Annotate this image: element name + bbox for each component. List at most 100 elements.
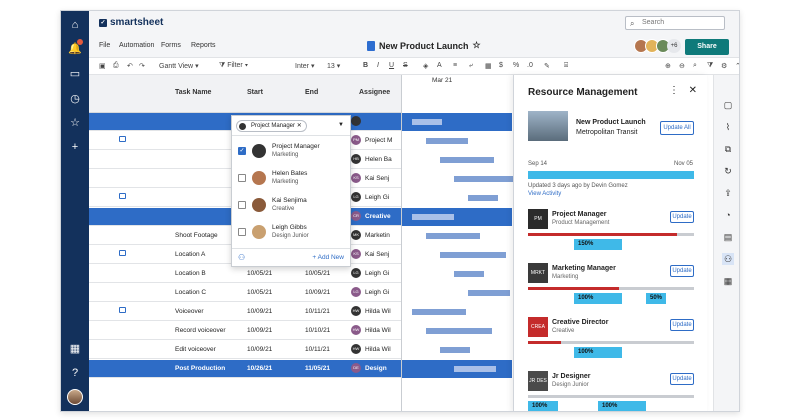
- option-checkbox[interactable]: [238, 201, 246, 209]
- table-row[interactable]: Record voiceover 10/09/21 10/10/21 HW Hilda …: [89, 322, 401, 340]
- update-button[interactable]: Update: [670, 211, 694, 223]
- gantt-bar[interactable]: [412, 119, 442, 125]
- fill-color-icon[interactable]: ◈: [423, 62, 428, 70]
- assignee-option[interactable]: ✓ Project Manager Marketing: [232, 138, 350, 164]
- option-checkbox[interactable]: [238, 174, 246, 182]
- text-color-icon[interactable]: A: [437, 62, 442, 69]
- gantt-bar[interactable]: [426, 328, 492, 334]
- history-icon[interactable]: ↻: [722, 165, 734, 177]
- assignee-option[interactable]: Kai Senjima Creative: [232, 192, 350, 218]
- user-avatar[interactable]: [67, 389, 83, 405]
- font-dropdown[interactable]: Inter ▾: [295, 62, 314, 70]
- column-header-assignee[interactable]: Assignee: [359, 89, 390, 96]
- table-row[interactable]: Edit voiceover 10/09/21 10/11/21 HW Hilda Wi…: [89, 341, 401, 359]
- gantt-bar[interactable]: [426, 138, 468, 144]
- menu-file[interactable]: File: [99, 42, 110, 49]
- brand-logo[interactable]: ✓ smartsheet: [99, 17, 163, 28]
- zoom-in-icon[interactable]: ⊕: [665, 62, 671, 70]
- undo-icon[interactable]: ↶: [127, 62, 133, 70]
- bold-icon[interactable]: B: [363, 62, 368, 69]
- print-icon[interactable]: ⎙: [113, 62, 119, 70]
- paint-format-icon[interactable]: ⌸: [564, 62, 568, 70]
- font-size-dropdown[interactable]: 13 ▾: [327, 62, 340, 70]
- comment-icon[interactable]: [119, 193, 126, 199]
- menu-reports[interactable]: Reports: [191, 42, 216, 49]
- search-input[interactable]: ⌕ Search: [625, 16, 725, 30]
- more-collaborators[interactable]: +6: [667, 39, 681, 53]
- reports-icon[interactable]: ▦: [722, 275, 734, 287]
- italic-icon[interactable]: I: [377, 62, 379, 69]
- gantt-bar[interactable]: [440, 252, 506, 258]
- help-icon[interactable]: ?: [67, 365, 83, 381]
- table-row[interactable]: Location C 10/05/21 10/09/21 LG Leigh Gi: [89, 284, 401, 302]
- option-checkbox[interactable]: [238, 228, 246, 236]
- resource-management-icon[interactable]: ⚇: [722, 253, 734, 265]
- view-activity-link[interactable]: View Activity: [528, 191, 561, 197]
- menu-automation[interactable]: Automation: [119, 42, 154, 49]
- comment-icon[interactable]: [119, 136, 126, 142]
- strikethrough-icon[interactable]: S: [403, 62, 408, 69]
- share-button[interactable]: Share: [685, 39, 729, 55]
- gantt-bar[interactable]: [454, 176, 520, 182]
- gantt-bar[interactable]: [412, 214, 454, 220]
- update-button[interactable]: Update: [670, 319, 694, 331]
- search-sheet-icon[interactable]: ⌕: [693, 62, 697, 70]
- gantt-bar[interactable]: [412, 309, 466, 315]
- update-button[interactable]: Update: [670, 373, 694, 385]
- dropdown-chevron-icon[interactable]: ▼: [338, 122, 344, 128]
- wrap-icon[interactable]: ⤶: [469, 62, 473, 70]
- close-icon[interactable]: ✕: [689, 85, 697, 96]
- comment-icon[interactable]: [119, 364, 126, 370]
- zoom-out-icon[interactable]: ⊖: [679, 62, 685, 70]
- update-all-button[interactable]: Update All: [660, 121, 694, 135]
- format-icon[interactable]: ▦: [485, 62, 492, 70]
- publish-icon[interactable]: ⇪: [722, 187, 734, 199]
- table-row[interactable]: Post Production 10/26/21 11/05/21 DE Design: [89, 360, 401, 378]
- table-row[interactable]: Location B 10/05/21 10/05/21 LG Leigh Gi: [89, 265, 401, 283]
- settings-gear-icon[interactable]: ⚙: [721, 62, 727, 70]
- apps-grid-icon[interactable]: ▦: [67, 341, 83, 357]
- filter-funnel-icon[interactable]: ⧩: [707, 62, 713, 70]
- column-header-start[interactable]: Start: [247, 89, 263, 96]
- folder-icon[interactable]: ▭: [67, 66, 83, 82]
- activity-icon[interactable]: ◔: [722, 209, 734, 221]
- update-button[interactable]: Update: [670, 265, 694, 277]
- attachments-icon[interactable]: ⌇: [722, 121, 734, 133]
- highlight-icon[interactable]: ✎: [544, 62, 550, 70]
- proofing-icon[interactable]: ⧉: [722, 143, 734, 155]
- gantt-bar[interactable]: [468, 195, 498, 201]
- currency-icon[interactable]: $: [499, 62, 503, 69]
- save-icon[interactable]: ▣: [99, 62, 106, 70]
- comment-icon[interactable]: [119, 250, 126, 256]
- filter-dropdown[interactable]: ⧩ Filter ▾: [219, 62, 248, 70]
- comments-icon[interactable]: ▢: [722, 99, 734, 111]
- table-row[interactable]: Voiceover 10/09/21 10/11/21 HW Hilda Wil: [89, 303, 401, 321]
- decimal-icon[interactable]: .0: [527, 62, 533, 69]
- assignee-option[interactable]: Leigh Gibbs Design Junior: [232, 219, 350, 245]
- summary-icon[interactable]: ▤: [722, 231, 734, 243]
- underline-icon[interactable]: U: [389, 62, 394, 69]
- home-icon[interactable]: ⌂: [67, 17, 83, 33]
- gantt-bar[interactable]: [468, 290, 510, 296]
- comment-icon[interactable]: [119, 307, 126, 313]
- clock-icon[interactable]: ◷: [67, 91, 83, 107]
- gantt-bar[interactable]: [454, 271, 484, 277]
- selected-assignee-chip[interactable]: Project Manager ✕: [236, 120, 307, 132]
- menu-forms[interactable]: Forms: [161, 42, 181, 49]
- collaborator-avatars[interactable]: +6: [634, 39, 681, 53]
- gantt-view-dropdown[interactable]: Gantt View ▾: [159, 62, 199, 70]
- collapse-chevron-icon[interactable]: ⌃: [735, 62, 739, 70]
- chip-remove-icon[interactable]: ✕: [297, 123, 302, 129]
- align-icon[interactable]: ≡: [453, 62, 457, 69]
- gantt-bar[interactable]: [426, 233, 480, 239]
- add-new-link[interactable]: + Add New: [312, 254, 344, 261]
- favorite-star-icon[interactable]: ☆: [473, 40, 481, 51]
- gantt-bar[interactable]: [440, 157, 494, 163]
- bell-icon[interactable]: 🔔: [67, 39, 83, 57]
- assignee-option[interactable]: Helen Bates Marketing: [232, 165, 350, 191]
- option-checkbox[interactable]: ✓: [238, 147, 246, 155]
- plus-icon[interactable]: +: [67, 139, 83, 155]
- more-options-icon[interactable]: ⋮: [669, 85, 679, 96]
- gantt-bar[interactable]: [440, 347, 470, 353]
- gantt-bar[interactable]: [454, 366, 496, 372]
